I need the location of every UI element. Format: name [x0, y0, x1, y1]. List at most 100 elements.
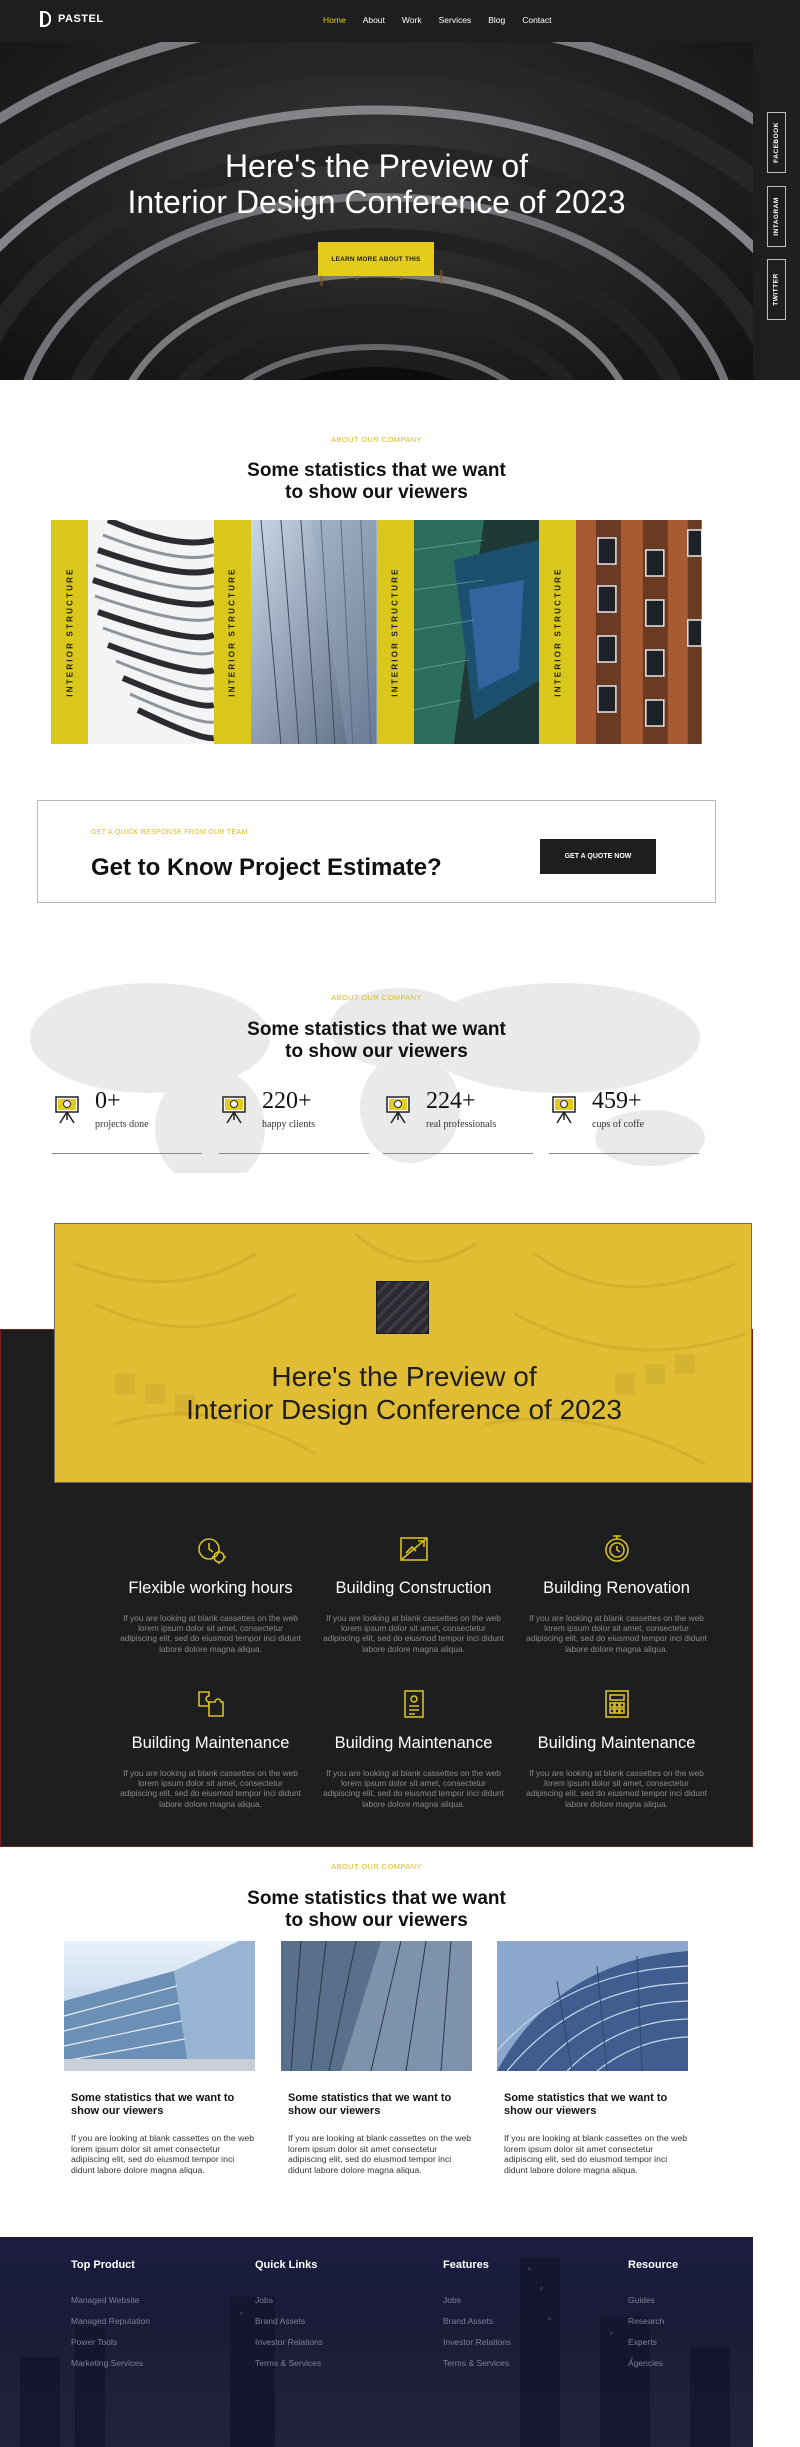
nav-about-link[interactable]: About: [363, 15, 385, 25]
video-play-box[interactable]: [376, 1281, 429, 1334]
footer-link[interactable]: Terms & Services: [255, 2358, 323, 2368]
stat-label: cups of coffe: [592, 1119, 645, 1130]
footer-link[interactable]: Investor Relations: [443, 2337, 511, 2347]
facebook-label: FACEBOOK: [773, 122, 780, 163]
logo-text: PASTEL: [58, 13, 104, 25]
document-icon: [403, 1690, 424, 1718]
service-text: If you are looking at blank cassettes on…: [323, 1768, 504, 1809]
green-tower-image: [413, 520, 540, 744]
footer-link[interactable]: Brand Assets: [443, 2316, 511, 2326]
facebook-link[interactable]: FACEBOOK: [767, 112, 786, 173]
footer-link[interactable]: Experts: [628, 2337, 678, 2347]
card-label: INTERIOR STRUCTURE: [65, 567, 74, 697]
blog-card[interactable]: Some statistics that we want to show our…: [281, 1940, 472, 2175]
puzzle-icon: [197, 1691, 224, 1717]
blog-card[interactable]: Some statistics that we want to show our…: [63, 1941, 255, 2175]
stat-value: 459+: [592, 1088, 642, 1114]
footer-heading: Top Product: [71, 2259, 135, 2271]
learn-more-button[interactable]: LEARN MORE ABOUT THIS: [318, 242, 434, 276]
curved-glass-image: [496, 1941, 689, 2072]
nav-blog-link[interactable]: Blog: [488, 15, 505, 25]
instagram-label: INTAGRAM: [773, 197, 781, 236]
curved-tower-image: [88, 520, 214, 744]
top-navbar: PASTEL Home About Work Services Blog Con…: [0, 0, 800, 42]
twitter-label: TWITTER: [773, 273, 781, 306]
blog-card[interactable]: Some statistics that we want to show our…: [496, 1941, 689, 2175]
about-title: Some statistics that we want to show our…: [247, 460, 506, 503]
get-quote-button[interactable]: GET A QUOTE NOW: [540, 839, 656, 874]
main-menu: Home About Work Services Blog Contact: [323, 15, 569, 25]
easel-icon: [552, 1096, 576, 1124]
page: PASTEL Home About Work Services Blog Con…: [0, 0, 800, 2447]
service-text: If you are looking at blank cassettes on…: [323, 1613, 504, 1654]
footer-link[interactable]: Jobs: [443, 2295, 511, 2305]
stat-label: projects done: [95, 1119, 149, 1130]
easel-icon: [55, 1096, 79, 1124]
service-item[interactable]: Building Maintenance If you are looking …: [525, 1688, 708, 1809]
gallery-card[interactable]: INTERIOR STRUCTURE: [539, 520, 702, 744]
footer-link[interactable]: Research: [628, 2316, 678, 2326]
service-title: Building Construction: [335, 1579, 492, 1597]
clock-gear-icon: [197, 1538, 226, 1564]
stat-label: happy clients: [262, 1119, 316, 1130]
stat-value: 0+: [95, 1088, 121, 1114]
footer-heading: Quick Links: [255, 2259, 318, 2271]
footer-link[interactable]: Brand Assets: [255, 2316, 323, 2326]
nav-contact-link[interactable]: Contact: [522, 15, 551, 25]
service-item[interactable]: Flexible working hours If you are lookin…: [119, 1533, 302, 1654]
card-label: INTERIOR STRUCTURE: [227, 567, 237, 697]
footer-col-features: Features Jobs Brand Assets Investor Rela…: [443, 2259, 511, 2379]
gallery: INTERIOR STRUCTURE INTERIOR STRUCTURE IN…: [51, 520, 702, 744]
service-title: Flexible working hours: [128, 1579, 293, 1597]
about-eyebrow: ABOUT OUR COMPANY: [331, 435, 422, 444]
hero-title-line2: Interior Design Conference of 2023: [127, 184, 626, 220]
stat-label: real professionals: [426, 1119, 497, 1130]
footer-col-resource: Resource Guides Research Experts Agencie…: [628, 2259, 678, 2379]
instagram-link[interactable]: INTAGRAM: [767, 186, 786, 247]
twitter-link[interactable]: TWITTER: [767, 259, 786, 320]
glass-tower-image: [250, 520, 377, 744]
blog-post-text: If you are looking at blank cassettes on…: [288, 2133, 472, 2175]
stat-professionals: 224+ real professionals: [383, 1088, 533, 1155]
footer-link[interactable]: Marketing Services: [71, 2358, 150, 2368]
preview-title: Here's the Preview of Interior Design Co…: [186, 1361, 622, 1425]
footer-link[interactable]: Managed Reputation: [71, 2316, 150, 2326]
footer-link[interactable]: Jobs: [255, 2295, 323, 2305]
logo-mark-icon: [40, 11, 51, 27]
footer-link[interactable]: Agencies: [628, 2358, 678, 2368]
blog-post-text: If you are looking at blank cassettes on…: [71, 2133, 255, 2175]
stat-coffee: 459+ cups of coffe: [549, 1088, 699, 1155]
calculator-icon: [604, 1690, 629, 1718]
service-text: If you are looking at blank cassettes on…: [120, 1613, 301, 1654]
blog-post-title[interactable]: Some statistics that we want to show our…: [64, 2092, 255, 2118]
footer-link[interactable]: Managed Website: [71, 2295, 150, 2305]
stat-projects: 0+ projects done: [52, 1088, 202, 1155]
service-text: If you are looking at blank cassettes on…: [120, 1768, 301, 1809]
footer-col-quick-links: Quick Links Jobs Brand Assets Investor R…: [255, 2259, 323, 2379]
footer-link[interactable]: Investor Relations: [255, 2337, 323, 2347]
brick-facade-image: [576, 520, 702, 744]
blog-post-title[interactable]: Some statistics that we want to show our…: [281, 2092, 472, 2118]
nav-services-link[interactable]: Services: [439, 15, 472, 25]
nav-home-link[interactable]: Home: [323, 15, 346, 25]
brand-logo[interactable]: PASTEL: [40, 11, 104, 27]
office-building-image: [63, 1941, 255, 2071]
service-item[interactable]: Building Maintenance If you are looking …: [322, 1688, 505, 1809]
service-title: Building Maintenance: [537, 1734, 696, 1752]
service-item[interactable]: Building Construction If you are looking…: [322, 1533, 505, 1654]
hero-title: Here's the Preview of Interior Design Co…: [0, 148, 753, 220]
palm-texture-image: [74, 1232, 746, 1466]
card-label: INTERIOR STRUCTURE: [390, 567, 400, 697]
blog-post-title[interactable]: Some statistics that we want to show our…: [497, 2092, 688, 2118]
gallery-card[interactable]: INTERIOR STRUCTURE: [213, 520, 377, 744]
footer-link[interactable]: Terms & Services: [443, 2358, 511, 2368]
footer-link[interactable]: Power Tools: [71, 2337, 150, 2347]
footer-link[interactable]: Guides: [628, 2295, 678, 2305]
service-text: If you are looking at blank cassettes on…: [526, 1613, 707, 1654]
footer: Top Product Managed Website Managed Repu…: [0, 2237, 753, 2447]
service-item[interactable]: Building Renovation If you are looking a…: [525, 1533, 708, 1654]
gallery-card[interactable]: INTERIOR STRUCTURE: [376, 520, 540, 744]
nav-work-link[interactable]: Work: [402, 15, 422, 25]
service-item[interactable]: Building Maintenance If you are looking …: [119, 1688, 302, 1809]
gallery-card[interactable]: INTERIOR STRUCTURE: [51, 520, 214, 744]
